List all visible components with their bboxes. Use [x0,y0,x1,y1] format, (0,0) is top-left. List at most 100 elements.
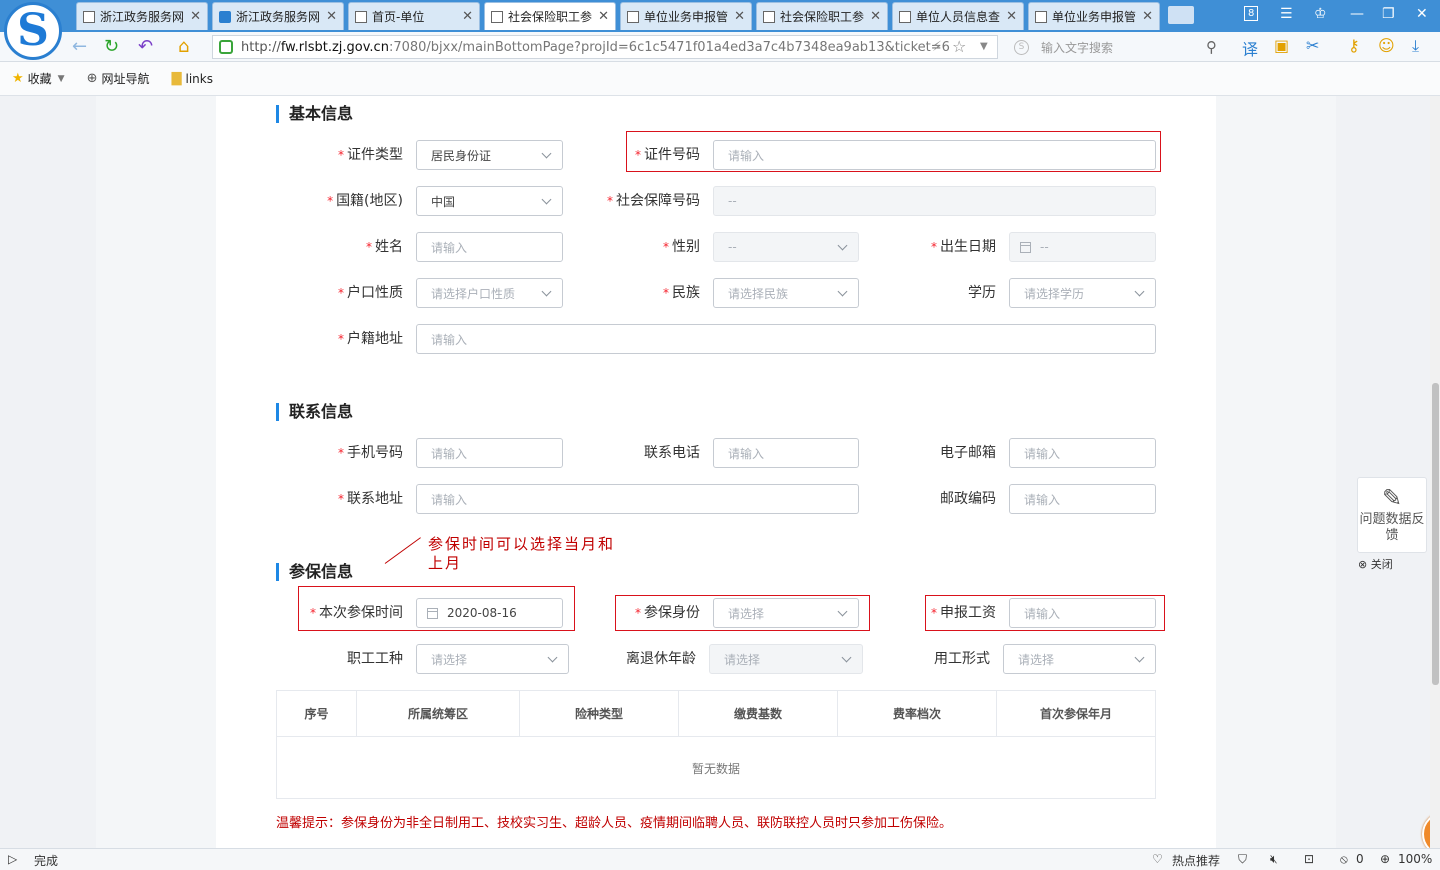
hukou-addr-input[interactable]: 请输入 [416,324,1156,354]
label-insure-time: * 本次参保时间 [310,605,403,621]
browser-tab-3[interactable]: 首页-单位 ✕ [348,2,480,30]
chevron-down-icon: ▼ [57,73,65,84]
shield-icon[interactable]: ⛉ [1238,852,1247,867]
page-icon [83,10,95,23]
education-select[interactable]: 请选择学历 [1009,278,1156,308]
chevron-down-icon [837,286,848,297]
browser-tab-2[interactable]: 浙江政务服务网 ✕ [212,2,344,30]
browser-tab-6[interactable]: 社会保险职工参保 ✕ [756,2,888,30]
bookmark-star-icon[interactable]: ☆ [952,36,966,58]
email-input[interactable]: 请输入 [1009,438,1156,468]
refresh-icon[interactable]: ↻ [104,36,119,58]
undo-icon[interactable]: ↶ [138,36,153,58]
hot-recommend-link[interactable]: 热点推荐 [1172,852,1220,869]
more-tools-icon[interactable]: ☺ [1378,36,1395,55]
chevron-down-icon [837,240,848,251]
tab-close-icon[interactable]: ✕ [734,9,745,24]
chevron-down-icon [1134,652,1145,663]
phone-input[interactable]: 请输入 [713,438,859,468]
tab-close-icon[interactable]: ✕ [870,9,881,24]
bookmark-nav[interactable]: ⊕ 网址导航 [87,70,150,87]
hukou-type-select[interactable]: 请选择户口性质 [416,278,563,308]
name-input[interactable]: 请输入 [416,232,563,262]
browser-tab-7[interactable]: 单位人员信息查询 ✕ [892,2,1024,30]
window-close-icon[interactable]: ✕ [1416,6,1428,22]
table-header-cell: 序号 [277,691,357,736]
id-no-input[interactable]: 请输入 [713,140,1156,170]
minimize-icon[interactable]: — [1350,6,1364,22]
search-icon[interactable]: ⚲ [1206,36,1217,58]
tab-close-icon[interactable]: ✕ [1006,9,1017,24]
sogou-browser-logo-icon[interactable]: S [4,2,62,60]
wage-input[interactable]: 请输入 [1009,598,1156,628]
job-type-select[interactable]: 请选择 [416,644,569,674]
browser-tab-1[interactable]: 浙江政务服务网 ✕ [76,2,208,30]
feedback-button[interactable]: ✎ 问题数据反馈 [1357,477,1427,553]
label-id-no: * 证件号码 [635,147,700,163]
sidebar-toggle-icon[interactable]: ▷ [8,852,17,866]
browser-tab-5[interactable]: 单位业务申报管理 ✕ [620,2,752,30]
scrollbar-thumb[interactable] [1432,383,1439,685]
restore-icon[interactable]: ❐ [1382,6,1395,22]
bookmark-bar: ★ 收藏 ▼ ⊕ 网址导航 ▇ links [0,62,1440,96]
tab-close-icon[interactable]: ✕ [326,9,337,24]
new-tab-button[interactable] [1168,6,1194,24]
mute-icon[interactable]: 🔇︎ [1270,852,1278,867]
nationality-select[interactable]: 中国 [416,186,563,216]
table-header: 序号 所属统筹区 险种类型 缴费基数 费率档次 首次参保年月 [277,691,1155,737]
label-zip: 邮政编码 [940,491,996,507]
key-icon[interactable]: ⚷ [1348,36,1360,55]
back-icon[interactable]: ← [72,36,87,58]
table-header-cell: 费率档次 [838,691,997,736]
table-header-cell: 首次参保年月 [1039,707,1112,721]
calendar-icon [1020,241,1031,253]
star-icon: ★ [12,71,24,86]
translate-icon[interactable]: 译 [1242,36,1258,60]
employ-form-select[interactable]: 请选择 [1003,644,1156,674]
search-engine-icon: S [1014,39,1029,55]
window-count-badge[interactable]: 8 [1244,6,1259,21]
feedback-close-button[interactable]: ⊗ 关闭 [1358,556,1393,572]
label-gender: * 性别 [663,239,700,255]
mobile-input[interactable]: 请输入 [416,438,563,468]
dropdown-icon[interactable]: ▼ [980,36,988,58]
menu-icon[interactable]: ☰ [1280,6,1293,22]
hot-recommend-icon[interactable]: ♡ [1152,852,1163,866]
insurance-table: 序号 所属统筹区 险种类型 缴费基数 费率档次 首次参保年月 暂无数据 [276,690,1156,799]
tab-close-icon[interactable]: ✕ [1142,9,1153,24]
tab-close-icon[interactable]: ✕ [598,9,609,24]
url-input[interactable]: http://fw.rlsbt.zj.gov.cn:7080/bjxx/main… [212,35,998,59]
zip-input[interactable]: 请输入 [1009,484,1156,514]
screenshot-icon[interactable]: ▣ [1274,36,1289,55]
floating-orb-badge[interactable]: 71 [1422,812,1430,848]
insure-time-date-input[interactable]: 2020-08-16 [416,598,563,628]
search-input[interactable]: S 输入文字搜索 [1006,35,1226,59]
adblock-icon[interactable]: ⦸ [1340,852,1348,867]
bookmark-links[interactable]: ▇ links [172,71,213,86]
bookmark-favorites[interactable]: ★ 收藏 ▼ [12,70,65,87]
download-icon[interactable]: ⤓ [1412,36,1419,56]
handwritten-annotation: 参保时间可以选择当月和上月 [428,535,616,572]
contact-addr-input[interactable]: 请输入 [416,484,859,514]
id-type-select[interactable]: 居民身份证 [416,140,563,170]
label-contact-addr: * 联系地址 [338,491,403,507]
skin-icon[interactable]: ♔ [1314,6,1327,22]
tab-close-icon[interactable]: ✕ [190,9,201,24]
label-birth: * 出生日期 [931,239,996,255]
edit-icon: ✎ [1381,484,1403,512]
browser-tab-bar: S 浙江政务服务网 ✕ 浙江政务服务网 ✕ 首页-单位 ✕ 社会保险职工参保 ✕… [0,0,1440,60]
identity-select[interactable]: 请选择 [713,598,859,628]
adblock-count: 0 [1356,852,1364,866]
home-icon[interactable]: ⌂ [178,36,189,58]
tab-close-icon[interactable]: ✕ [462,9,473,24]
lock-icon[interactable]: ⊡ [1304,852,1314,866]
scissors-icon[interactable]: ✂ [1306,36,1319,55]
zoom-icon[interactable]: ⊕ [1380,852,1390,866]
browser-tab-4-active[interactable]: 社会保险职工参保 ✕ [484,2,616,30]
ethnic-select[interactable]: 请选择民族 [713,278,859,308]
browser-tab-8[interactable]: 单位业务申报管理 ✕ [1028,2,1160,30]
lightning-icon[interactable]: ⚡ [932,36,942,58]
zoom-level[interactable]: 100% [1398,852,1432,866]
close-circle-icon: ⊗ [1358,558,1368,571]
page-icon [627,10,639,23]
